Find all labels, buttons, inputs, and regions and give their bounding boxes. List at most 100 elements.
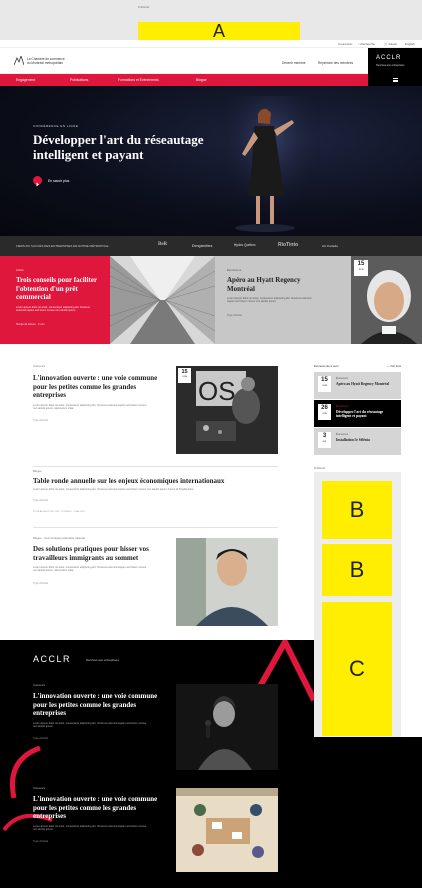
hero-cta-arrow-icon[interactable] [33,176,42,187]
nav-formations-evenements[interactable]: Formations et Événements [118,78,159,82]
acclr-header-box[interactable]: ACCLR Services aux entreprises [368,48,422,74]
upcoming-events: Événements à venir — Voir tous 15 JUIN É… [314,362,401,455]
article-kicker: Blogue [33,469,42,473]
top-ad-area: Publicité A [0,0,422,41]
event-item[interactable]: 15 JUIN Événement Apéro au Hyatt Regency… [314,372,401,399]
feature-meta: Type d'article [227,314,243,317]
divider [33,527,278,528]
feature-desc: Lorem ipsum dolor sit amet, consectetur … [16,306,90,313]
menu-toggle[interactable] [368,74,422,86]
partner-logo-ber: BeR [158,242,168,247]
event-title[interactable]: Développer l'art du réseautage intellige… [336,410,396,419]
acclr-section-logo[interactable]: ACCLR [33,654,71,664]
article-meta: Type d'article [33,498,49,502]
chamber-logo-icon[interactable] [14,56,24,65]
acclr-article-card[interactable]: Concours L'innovation ouverte : une voie… [33,786,163,843]
ad-banner-b-1[interactable]: B [322,481,392,539]
search-icon: ⌕ [358,42,360,46]
event-kicker: Événement [336,377,349,380]
nav-blogue[interactable]: Blogue [196,78,207,82]
article-kicker: Blogue · Communiqué partenaire national [33,536,85,540]
partners-band: FIERS DU SUCCÈS DES ENTREPRISES DE NOTRE… [0,236,422,256]
partners-label: FIERS DU SUCCÈS DES ENTREPRISES DE NOTRE… [16,244,111,248]
article-date-badge: 15 JUIN [178,368,191,383]
event-item[interactable]: 3 JUIL Événement Installation 5e Sélénia [314,428,401,455]
feature-title[interactable]: Trois conseils pour faciliter l'obtentio… [16,276,104,302]
login-link[interactable]: Connexion [338,42,352,46]
svg-text:OS: OS [198,376,236,406]
article-desc: Lorem ipsum dolor sit amet, consectetur … [33,566,147,573]
divider [33,466,278,467]
article-card[interactable]: Concours L'innovation ouverte : une voie… [33,364,163,422]
feature-kicker: Événement [227,268,242,272]
article-title[interactable]: Des solutions pratiques pour hisser vos … [33,545,168,562]
partner-logo-desjardins: Desjardins [192,243,213,248]
acclr-logo: ACCLR [376,55,402,61]
article-kicker: Concours [33,683,45,687]
article-desc: Lorem ipsum dolor sit amet, consectetur … [33,403,147,410]
hero-banner: CONFÉRENCE EN LIGNE Développer l'art du … [0,86,422,236]
event-date-badge: 26 JUIN [318,404,331,420]
nav-publications[interactable]: Publications [70,78,88,82]
article-tags: POUR ALLER PLUS LOIN · CONTENU · 3 MAI 2… [33,510,85,513]
events-header: Événements à venir — Voir tous [314,362,401,370]
article-title[interactable]: L'innovation ouverte : une voie commune … [33,692,163,718]
hamburger-icon [393,78,398,82]
ad-banner-c[interactable]: C [322,602,392,736]
event-kicker: Événement [336,433,349,436]
article-card[interactable]: Blogue · Communiqué partenaire national … [33,536,168,585]
cart-icon: 🛒 [384,42,388,46]
event-title[interactable]: Installation 5e Sélénia [336,438,396,442]
article-meta: Type d'article [33,840,49,844]
events-see-all-link[interactable]: — Voir tous [387,364,401,368]
event-kicker: Événement [336,405,349,408]
ad-banner-a[interactable]: A [138,21,300,41]
search-link[interactable]: ⌕ Recherche [358,42,375,46]
feature-title[interactable]: Apéro au Hyatt Regency Montréal [227,276,327,293]
acclr-section-right [314,737,422,888]
article-desc: Lorem ipsum dolor sit amet, consectetur … [33,721,147,728]
event-item[interactable]: 26 JUIN Événement Développer l'art du ré… [314,400,401,427]
ad-banner-b-2[interactable]: B [322,544,392,596]
acclr-section-subtitle: Services aux entreprises [86,658,119,662]
article-title[interactable]: Table ronde annuelle sur les enjeux écon… [33,477,278,486]
utility-bar: Connexion ⌕ Recherche 🛒 Panier English [0,40,422,48]
cart-link[interactable]: 🛒 Panier [384,42,397,46]
feature-card-red[interactable]: Article Trois conseils pour faciliter l'… [0,256,110,344]
event-date-badge: 15 JUIN [318,376,331,392]
dash-icon: — [386,364,390,368]
article-desc: Lorem ipsum dolor sit amet, consectetur … [33,487,194,491]
event-title[interactable]: Apéro au Hyatt Regency Montréal [336,382,396,386]
nav-engagement[interactable]: Engagement [16,78,35,82]
article-kicker: Concours [33,364,45,368]
side-ad-label: Publicité [314,466,326,470]
chamber-logo-text[interactable]: La Chambre de commerce du Montréal métro… [27,57,87,65]
partner-logo-hydro-quebec: Hydro Québec [234,243,256,247]
article-photo-portrait [176,538,278,626]
main-nav: Engagement Publications Formations et Év… [0,74,368,86]
feature-card-gray[interactable]: Événement Apéro au Hyatt Regency Montréa… [215,256,422,344]
article-desc: Lorem ipsum dolor sit amet, consectetur … [33,824,147,831]
feature-date-badge: 15 JUIN [354,260,368,276]
acclr-article-card[interactable]: Concours L'innovation ouverte : une voie… [33,683,163,740]
partner-logo-air-canada: Air Canada [322,244,338,248]
article-card[interactable]: Blogue Table ronde annuelle sur les enje… [33,469,278,513]
member-directory-link[interactable]: Répertoire des membres [318,61,353,65]
hero-kicker: CONFÉRENCE EN LIGNE [33,124,79,128]
feature-kicker: Article [16,268,24,272]
acclr-article-photo-meeting [176,788,278,872]
article-meta: Type d'article [33,581,49,585]
events-heading: Événements à venir [314,364,339,368]
article-photo-crowd: OS 15 JUIN [176,366,278,454]
article-title[interactable]: L'innovation ouverte : une voie commune … [33,374,163,400]
hero-title: Développer l'art du réseautage intellige… [33,132,204,162]
acclr-subtitle: Services aux entreprises [376,64,405,67]
hero-cta-label[interactable]: En savoir plus [48,179,69,183]
become-member-link[interactable]: Devenir membre [282,61,306,65]
event-date-badge: 3 JUIL [318,432,331,448]
language-link[interactable]: English [405,42,415,46]
article-kicker: Concours [33,786,45,790]
article-title[interactable]: L'innovation ouverte : une voie commune … [33,795,163,821]
partner-logo-riotinto: RioTinto [278,242,299,248]
feature-desc: Lorem ipsum dolor sit amet, consectetur … [227,297,312,304]
